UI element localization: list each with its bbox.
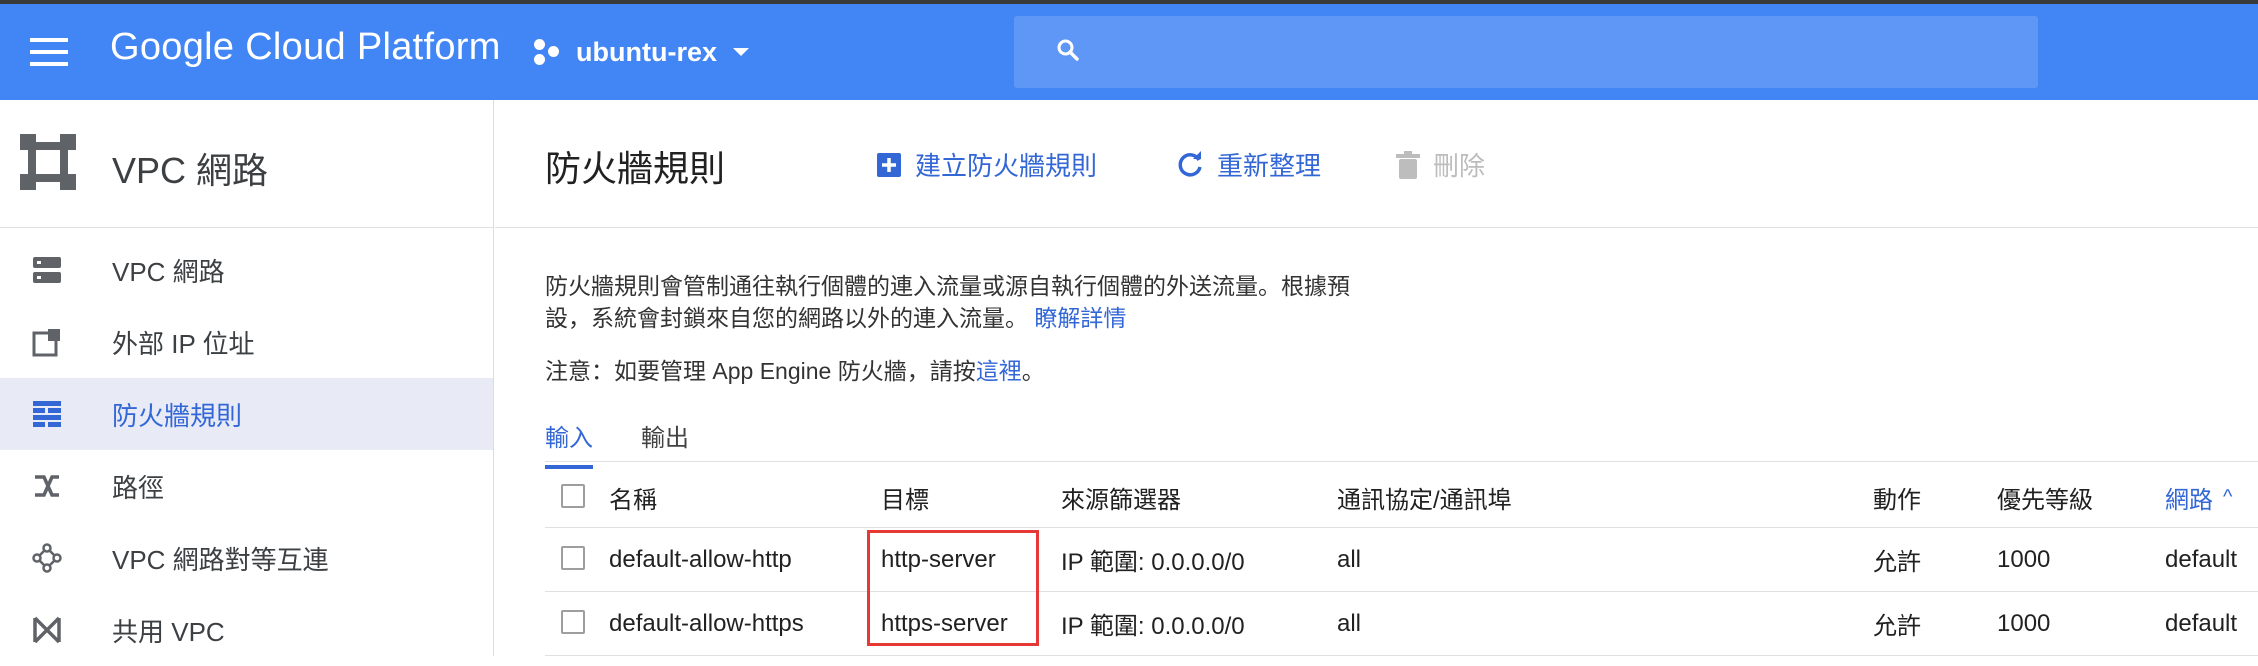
- delete-button-label: 刪除: [1433, 151, 1486, 181]
- project-name: ubuntu-rex: [576, 36, 717, 67]
- rule-priority: 1000: [1997, 609, 2051, 637]
- sidebar-item-label: VPC 網路: [112, 256, 225, 287]
- column-header-source-filter[interactable]: 來源篩選器: [1061, 468, 1181, 527]
- rule-network[interactable]: default: [2165, 592, 2237, 655]
- sidebar: VPC 網路 VPC 網路 外部 IP 位址 防火牆規則 路徑 VPC 網路對等…: [0, 100, 494, 656]
- peering-icon: [32, 543, 62, 573]
- project-icon: [534, 37, 564, 67]
- sidebar-header: VPC 網路: [0, 100, 493, 228]
- description-text: 設，系統會封鎖來自您的網路以外的連入流量。: [545, 305, 1028, 331]
- shared-vpc-icon: [33, 616, 61, 644]
- page-header: 防火牆規則 建立防火牆規則 重新整理 刪除: [495, 100, 2258, 228]
- sidebar-item-vpc-peering[interactable]: VPC 網路對等互連: [0, 522, 493, 594]
- external-ip-icon: [32, 329, 60, 357]
- sort-ascending-icon: ^: [2223, 486, 2233, 508]
- column-header-protocol-port[interactable]: 通訊協定/通訊埠: [1337, 468, 1512, 527]
- chevron-down-icon: [733, 48, 749, 56]
- delete-button[interactable]: 刪除: [1395, 146, 1485, 183]
- rule-source: IP 範圍: 0.0.0.0/0: [1061, 549, 1245, 576]
- firewall-icon: [33, 401, 61, 427]
- row-checkbox[interactable]: [561, 546, 585, 570]
- vpc-network-icon: [20, 134, 76, 190]
- sidebar-item-label: 共用 VPC: [112, 616, 225, 647]
- table-row[interactable]: default-allow-http http-server IP 範圍: 0.…: [545, 528, 2258, 592]
- page-title: 防火牆規則: [545, 148, 726, 189]
- sidebar-item-shared-vpc[interactable]: 共用 VPC: [0, 594, 493, 666]
- select-all-checkbox[interactable]: [561, 484, 585, 508]
- rule-network[interactable]: default: [2165, 528, 2237, 591]
- target-highlight-box: [867, 530, 1039, 646]
- main-content: 防火牆規則 建立防火牆規則 重新整理 刪除 防火牆規則會管制通往執行個體的連入流…: [495, 100, 2258, 656]
- window-top-border: [0, 0, 2258, 4]
- rule-protocol: all: [1337, 545, 1362, 573]
- trash-icon: [1396, 150, 1420, 179]
- here-link[interactable]: 這裡: [976, 358, 1022, 384]
- sidebar-item-label: 外部 IP 位址: [112, 328, 255, 359]
- learn-more-link[interactable]: 瞭解詳情: [1034, 305, 1126, 331]
- network-icon: [33, 257, 61, 283]
- rule-action: 允許: [1873, 613, 1921, 640]
- route-icon: [35, 475, 59, 497]
- sidebar-title: VPC 網路: [112, 150, 269, 191]
- rule-name[interactable]: default-allow-http: [609, 528, 792, 591]
- rule-action: 允許: [1873, 549, 1921, 576]
- note-suffix: 。: [1021, 358, 1045, 384]
- description-line-1: 防火牆規則會管制通往執行個體的連入流量或源自執行個體的外送流量。根據預: [545, 273, 1350, 299]
- refresh-button-label: 重新整理: [1217, 151, 1322, 181]
- table-header-row: 名稱 目標 來源篩選器 通訊協定/通訊埠 動作 優先等級 網路 ^: [545, 468, 2258, 528]
- tab-egress[interactable]: 輸出: [641, 418, 689, 465]
- note-text: 注意：如要管理 App Engine 防火牆，請按: [545, 358, 976, 384]
- sidebar-item-external-ip[interactable]: 外部 IP 位址: [0, 306, 493, 378]
- project-selector[interactable]: ubuntu-rex: [534, 30, 749, 74]
- sidebar-item-label: VPC 網路對等互連: [112, 544, 329, 575]
- refresh-icon: [1178, 150, 1202, 177]
- app-engine-note: 注意：如要管理 App Engine 防火牆，請按這裡。: [545, 352, 1045, 386]
- table-row[interactable]: default-allow-https https-server IP 範圍: …: [545, 592, 2258, 656]
- description: 防火牆規則會管制通往執行個體的連入流量或源自執行個體的外送流量。根據預 設，系統…: [545, 270, 1445, 334]
- column-header-target[interactable]: 目標: [881, 468, 929, 527]
- rule-priority: 1000: [1997, 545, 2051, 573]
- brand-title[interactable]: Google Cloud Platform: [110, 26, 501, 69]
- direction-tabs: 輸入 輸出: [545, 412, 2258, 469]
- firewall-rules-table: 名稱 目標 來源篩選器 通訊協定/通訊埠 動作 優先等級 網路 ^ defaul…: [545, 468, 2258, 656]
- sidebar-item-vpc-networks[interactable]: VPC 網路: [0, 234, 493, 306]
- description-line-2: 設，系統會封鎖來自您的網路以外的連入流量。 瞭解詳情: [545, 302, 1445, 334]
- sidebar-item-label: 防火牆規則: [112, 400, 243, 431]
- column-header-priority[interactable]: 優先等級: [1997, 468, 2093, 527]
- sidebar-item-label: 路徑: [112, 472, 165, 503]
- network-header-label: 網路: [2165, 487, 2213, 514]
- rule-name[interactable]: default-allow-https: [609, 592, 804, 655]
- tab-ingress[interactable]: 輸入: [545, 418, 593, 469]
- search-input[interactable]: [1014, 16, 2038, 88]
- top-app-bar: Google Cloud Platform ubuntu-rex: [0, 0, 2258, 100]
- refresh-button[interactable]: 重新整理: [1175, 146, 1321, 183]
- add-box-icon: [877, 152, 901, 177]
- create-firewall-rule-button[interactable]: 建立防火牆規則: [875, 146, 1097, 183]
- create-button-label: 建立防火牆規則: [915, 151, 1098, 181]
- column-header-name[interactable]: 名稱: [609, 468, 657, 527]
- column-header-network[interactable]: 網路 ^: [2165, 468, 2232, 527]
- search-icon: [1057, 39, 1079, 61]
- row-checkbox[interactable]: [561, 610, 585, 634]
- column-header-action[interactable]: 動作: [1873, 468, 1921, 527]
- sidebar-item-firewall-rules[interactable]: 防火牆規則: [0, 378, 493, 450]
- sidebar-item-routes[interactable]: 路徑: [0, 450, 493, 522]
- rule-protocol: all: [1337, 609, 1362, 637]
- menu-icon[interactable]: [30, 38, 68, 66]
- rule-source: IP 範圍: 0.0.0.0/0: [1061, 613, 1245, 640]
